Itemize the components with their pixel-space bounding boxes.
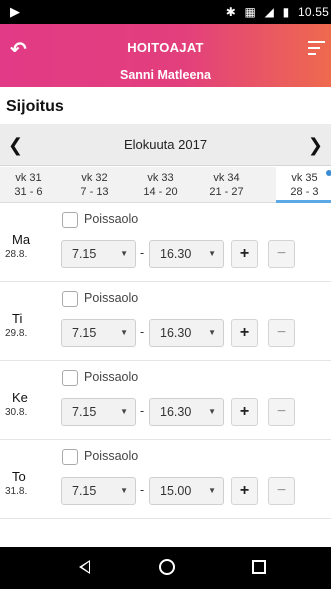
end-time-select[interactable]: 16.30 ▼ xyxy=(149,319,224,347)
start-time-select[interactable]: 7.15 ▼ xyxy=(61,477,136,505)
add-time-button[interactable]: + xyxy=(231,240,258,268)
menu-icon[interactable] xyxy=(308,41,325,59)
week-range: 21 - 27 xyxy=(209,186,244,198)
vibrate-icon: ▦ xyxy=(244,5,257,19)
time-separator: - xyxy=(140,246,145,260)
time-separator: - xyxy=(140,325,145,339)
caret-down-icon: ▼ xyxy=(208,249,216,258)
absence-label: Poissaolo xyxy=(84,370,139,384)
page-title: HOITOAJAT xyxy=(127,40,204,55)
end-time-value: 15.00 xyxy=(160,484,192,498)
caret-down-icon: ▼ xyxy=(120,249,128,258)
day-name: Ti xyxy=(12,311,23,326)
tab-week-32[interactable]: vk 32 7 - 13 xyxy=(66,167,123,203)
day-date: 31.8. xyxy=(5,486,28,497)
absence-label: Poissaolo xyxy=(84,291,139,305)
caret-down-icon: ▼ xyxy=(208,486,216,495)
month-selector: ❮ Elokuuta 2017 ❯ xyxy=(0,124,331,166)
end-time-select[interactable]: 15.00 ▼ xyxy=(149,477,224,505)
absence-checkbox[interactable] xyxy=(62,212,78,228)
android-nav-bar xyxy=(0,547,331,589)
day-row-ke: Poissaolo Ke 30.8. 7.15 ▼ - 16.30 ▼ + − xyxy=(0,362,331,440)
week-range: 14 - 20 xyxy=(143,186,178,198)
absence-label: Poissaolo xyxy=(84,449,139,463)
notification-dot xyxy=(326,170,331,176)
month-label: Elokuuta 2017 xyxy=(123,137,208,152)
week-range: 28 - 3 xyxy=(290,186,319,198)
start-time-select[interactable]: 7.15 ▼ xyxy=(61,240,136,268)
day-name: Ma xyxy=(12,232,31,247)
caret-down-icon: ▼ xyxy=(120,486,128,495)
signal-4g-icon: ◢ xyxy=(264,5,275,19)
add-time-button[interactable]: + xyxy=(231,319,258,347)
remove-time-button[interactable]: − xyxy=(268,319,295,347)
end-time-value: 16.30 xyxy=(160,405,192,419)
caret-down-icon: ▼ xyxy=(120,407,128,416)
start-time-value: 7.15 xyxy=(72,326,97,340)
end-time-value: 16.30 xyxy=(160,326,192,340)
day-date: 28.8. xyxy=(5,249,28,260)
week-number: vk 32 xyxy=(81,172,108,184)
remove-time-button[interactable]: − xyxy=(268,240,295,268)
absence-label: Poissaolo xyxy=(84,212,139,226)
day-row-to: Poissaolo To 31.8. 7.15 ▼ - 15.00 ▼ + − xyxy=(0,441,331,519)
day-date: 29.8. xyxy=(5,328,28,339)
day-row-ti: Poissaolo Ti 29.8. 7.15 ▼ - 16.30 ▼ + − xyxy=(0,283,331,361)
end-time-value: 16.30 xyxy=(160,247,192,261)
day-name: Ke xyxy=(12,390,28,405)
child-name: Sanni Matleena xyxy=(120,68,211,82)
status-icons: ✱ ▦ ◢ ▮ 10.55 xyxy=(221,5,329,19)
section-title: Sijoitus xyxy=(6,98,64,115)
app-header: ↶ HOITOAJAT Sanni Matleena xyxy=(0,24,331,87)
day-row-ma: Poissaolo Ma 28.8. 7.15 ▼ - 16.30 ▼ + − xyxy=(0,204,331,282)
caret-down-icon: ▼ xyxy=(120,328,128,337)
start-time-select[interactable]: 7.15 ▼ xyxy=(61,319,136,347)
week-range: 7 - 13 xyxy=(80,186,109,198)
tab-week-35[interactable]: vk 35 28 - 3 xyxy=(276,167,331,203)
status-bar: ▶ ✱ ▦ ◢ ▮ 10.55 xyxy=(0,0,331,24)
start-time-value: 7.15 xyxy=(72,484,97,498)
start-time-value: 7.15 xyxy=(72,247,97,261)
absence-checkbox[interactable] xyxy=(62,370,78,386)
week-tabs: vk 31 31 - 6 vk 32 7 - 13 vk 33 14 - 20 … xyxy=(0,167,331,203)
end-time-select[interactable]: 16.30 ▼ xyxy=(149,240,224,268)
day-name: To xyxy=(12,469,26,484)
add-time-button[interactable]: + xyxy=(231,477,258,505)
start-time-value: 7.15 xyxy=(72,405,97,419)
week-number: vk 35 xyxy=(291,172,318,184)
week-range: 31 - 6 xyxy=(14,186,43,198)
remove-time-button[interactable]: − xyxy=(268,477,295,505)
tab-week-31[interactable]: vk 31 31 - 6 xyxy=(0,167,57,203)
caret-down-icon: ▼ xyxy=(208,328,216,337)
remove-time-button[interactable]: − xyxy=(268,398,295,426)
time-separator: - xyxy=(140,483,145,497)
time-separator: - xyxy=(140,404,145,418)
main-panel: Sijoitus ❮ Elokuuta 2017 ❯ vk 31 31 - 6 … xyxy=(0,87,331,547)
absence-checkbox[interactable] xyxy=(62,449,78,465)
tab-week-34[interactable]: vk 34 21 - 27 xyxy=(198,167,255,203)
end-time-select[interactable]: 16.30 ▼ xyxy=(149,398,224,426)
chevron-right-icon[interactable]: ❯ xyxy=(308,135,323,156)
tab-week-33[interactable]: vk 33 14 - 20 xyxy=(132,167,189,203)
week-number: vk 33 xyxy=(147,172,174,184)
add-time-button[interactable]: + xyxy=(231,398,258,426)
start-time-select[interactable]: 7.15 ▼ xyxy=(61,398,136,426)
battery-icon: ▮ xyxy=(282,5,290,19)
week-number: vk 31 xyxy=(15,172,42,184)
absence-checkbox[interactable] xyxy=(62,291,78,307)
caret-down-icon: ▼ xyxy=(208,407,216,416)
status-time: 10.55 xyxy=(297,5,329,19)
day-date: 30.8. xyxy=(5,407,28,418)
notification-icon: ▶ xyxy=(10,4,20,19)
week-number: vk 34 xyxy=(213,172,240,184)
bluetooth-icon: ✱ xyxy=(225,5,236,19)
